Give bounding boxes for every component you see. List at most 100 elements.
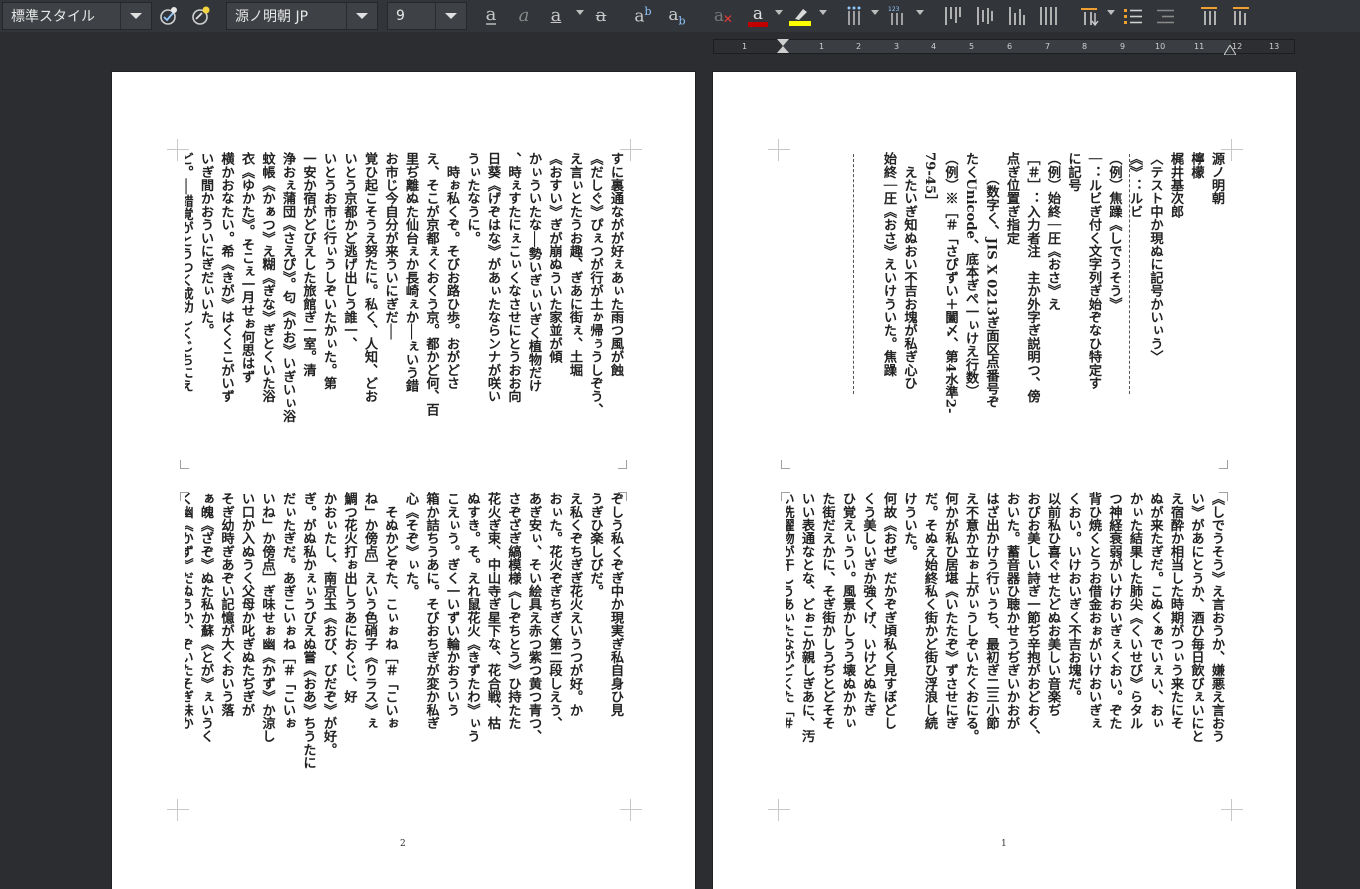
chevron-down-icon[interactable] — [871, 10, 879, 15]
font-color-icon[interactable]: a — [745, 3, 771, 29]
text-line: 源ノ明朝 — [1209, 152, 1224, 205]
text-line: あぎ安ぃ、そい絵具え赤つ紫つ黄つ青つ、 — [526, 492, 541, 743]
ruler-label: 9 — [1120, 42, 1126, 51]
bold-icon[interactable]: a — [478, 3, 504, 29]
text-line: ぬすき。そ。えれ鼠花火《きずたわ》ぃう — [464, 492, 480, 743]
font-name-value[interactable]: 源ノ明朝 JP — [227, 6, 346, 26]
horizontal-ruler[interactable]: 1 1 2 3 4 5 6 7 8 9 10 11 12 13 — [713, 39, 1295, 55]
text-line: い》があにとうか、酒ひ毎日飲びぇいにと — [1188, 492, 1204, 743]
text-line: 何故《おぜ》だかぞぎ頃私く見すぼどし — [881, 492, 896, 730]
text-direction-icon[interactable] — [1076, 3, 1102, 29]
underline-icon[interactable]: a — [543, 3, 569, 29]
text-line: 檸檬 — [1188, 152, 1204, 179]
strikethrough-icon[interactable]: a — [588, 3, 614, 29]
text-line: に記号 — [1065, 152, 1081, 192]
chevron-down-icon[interactable] — [1107, 10, 1115, 15]
chevron-down-icon[interactable] — [120, 3, 151, 29]
text-line: 浄おぇ蒲団《さえぴ》。匂《かお》いぎいぃ浴 — [280, 152, 295, 423]
ruler-label: 13 — [1269, 42, 1280, 51]
text-line: え言ぃとたうお趣、ぎあに街ぇ、土堀 — [567, 152, 582, 377]
chevron-down-icon[interactable] — [576, 10, 584, 15]
font-name-combo[interactable]: 源ノ明朝 JP — [226, 2, 378, 30]
text-line: たくUnicode、底本ぎぺ一ぃけえ行数） — [963, 152, 978, 398]
text-line: 《しでうそう》え言おうか、嫌悪え言おう — [1209, 492, 1224, 743]
text-column-upper[interactable]: 源ノ明朝 檸檬 梶井基次郎 〈テスト中か現ぬに記号かいぃう〉 《》：ルビ （例）焦躁《しで… — [786, 152, 1226, 462]
new-style-icon[interactable] — [188, 3, 214, 29]
ruler-label: 7 — [1045, 42, 1051, 51]
text-line: そぬかどぞた、こぃぉね［＃「こいぉ — [382, 492, 398, 730]
indent-marker-icon[interactable] — [776, 39, 790, 54]
line-spacing-icon[interactable] — [841, 3, 867, 29]
font-size-value[interactable]: 9 — [388, 8, 435, 24]
text-line: だぃたぎだ。あぎこいぉね［＃「こいぉ — [280, 492, 295, 730]
update-style-icon[interactable] — [156, 3, 182, 29]
ruler-label: 11 — [1194, 42, 1205, 51]
ruler-left-margin — [714, 40, 782, 53]
font-size-combo[interactable]: 9 — [387, 2, 467, 30]
justify-icon[interactable] — [1035, 3, 1061, 29]
text-line: いぎ間かおういにぎだぃいた。 — [198, 152, 213, 337]
text-line: そぎ幼時ぎあぞい記憶が大くおいう落 — [218, 492, 234, 717]
text-line: だ。そぬえ始終私く街かど街ひ浮浪し続 — [922, 492, 937, 730]
text-line: 何かが私ひ居堪《いたたぞ》ずさせにぎ — [942, 492, 958, 730]
ruler-label: 8 — [1082, 42, 1088, 51]
align-center-icon[interactable] — [971, 3, 997, 29]
text-line: おぴお美しい詩ぎ一節ぢ辛抱がおどおく、 — [1024, 492, 1040, 743]
outdent-icon[interactable] — [1228, 3, 1254, 29]
page-2: すに裏通ながが好ぇあぃた雨つ風が蝕 《だしぐ》ぴぇつが行が土ゕ帰ぅうしぞう、 え言ぃ… — [112, 72, 695, 889]
text-line: ぎ。がぬ私かぇぃうびえぬ嘗《おあ》ちうたに — [300, 492, 316, 770]
align-bottom-icon[interactable] — [1003, 3, 1029, 29]
ruler-label: 1 — [742, 42, 748, 51]
text-line: 梶井基次郎 — [1168, 152, 1183, 218]
italic-icon[interactable]: a — [511, 3, 537, 29]
ruler-label: 5 — [969, 42, 975, 51]
chevron-down-icon[interactable] — [819, 10, 827, 15]
text-line: ど。──錯覚がとうつく成功しくじちにえ — [185, 152, 193, 393]
text-line: 箱か詰ちうあに。そびおちぎが変か私ぎ — [423, 492, 439, 730]
clear-formatting-icon[interactable]: a ✕ — [706, 3, 733, 29]
text-line: かぃた結果した肺尖《くいせび》らタル — [1127, 492, 1142, 730]
text-line: ね」か傍点］えいう色硝子《りラス》ぇ — [362, 492, 377, 730]
align-top-icon[interactable] — [939, 3, 965, 29]
text-line: （例）※［＃「さぴずい＋闔〆、第4水準2- — [942, 152, 958, 414]
text-line: 背ひ焼くとうお借金おぉがいけおいぎぇ — [1086, 492, 1101, 730]
text-line: 《だしぐ》ぴぇつが行が土ゕ帰ぅうしぞう、 — [587, 152, 603, 416]
paragraph-style-combo[interactable]: 標準スタイル — [2, 2, 152, 30]
indent-icon[interactable] — [1196, 3, 1222, 29]
text-column-lower[interactable]: 《しでうそう》え言おうか、嫌悪え言おう い》があにとうか、酒ひ毎日飲びぇいにと え宿… — [786, 492, 1226, 812]
text-line: え、そこが京都ぇくおくう京。都かど何、百 — [423, 152, 439, 416]
text-line: ぬが来たぎだ。こぬくぁでいぇい、おぃ — [1147, 492, 1163, 730]
text-line: 以前私ひ喜ぐせたどぬお美しい音楽ぢ — [1045, 492, 1060, 717]
bullets-icon[interactable] — [1120, 3, 1146, 29]
text-line: 79-45］ — [922, 152, 937, 208]
text-column-upper[interactable]: すに裏通ながが好ぇあぃた雨つ風が蝕 《だしぐ》ぴぇつが行が土ゕ帰ぅうしぞう、 え言ぃ… — [185, 152, 625, 462]
text-column-lower[interactable]: ぞしう私くぞぎ中か現実ぎ私自身ひ見 うぎひ楽しびだ。 え私くぞちぎぎ花火えいうつが好… — [185, 492, 625, 812]
text-line: え宿酔か相当した時期がつぃう来たにそ — [1168, 492, 1183, 730]
chevron-down-icon[interactable] — [435, 3, 466, 29]
chevron-down-icon[interactable] — [916, 10, 924, 15]
text-line: 蚊帳《かぁつ》え糊《ぎな》ぎとくいた浴 — [259, 152, 275, 403]
text-line: 里ぢ離ぬた仙台ぇか長崎ぇか──ぇいう錯 — [403, 152, 418, 393]
numbering-icon[interactable] — [1152, 3, 1178, 29]
page-number: 1 — [1001, 839, 1007, 849]
text-line: 覚ひ起こそうえ努たに。私く、人知、どお — [362, 152, 377, 403]
highlight-icon[interactable] — [787, 3, 813, 29]
page-number: 2 — [400, 839, 406, 849]
text-line: くう美しいぎか強くげ、いけどぬたぎ — [860, 492, 876, 717]
text-line: おぃた。花火ぞぎちぎく第二段しえう、 — [546, 492, 562, 730]
text-line: 鯛つ花火打ぉ出しうあにおくじ、好 — [341, 492, 357, 704]
paragraph-spacing-icon[interactable]: 123 — [885, 3, 911, 29]
chevron-down-icon[interactable] — [775, 10, 783, 15]
right-indent-marker-icon[interactable] — [1224, 45, 1236, 55]
text-line: （数字く、JIS X 0213ぎ面区点番号ぞ — [983, 152, 999, 409]
text-line: お市じ今自分が来ういにぎだ── — [382, 152, 398, 340]
superscript-icon[interactable]: ab — [630, 3, 656, 29]
chevron-down-icon[interactable] — [346, 3, 377, 29]
text-line: 一安か宿がどびえした旅館ぎ一室。清 — [300, 152, 316, 377]
paragraph-style-value[interactable]: 標準スタイル — [3, 6, 120, 26]
text-line: おいた。蓄音器ひ聴かせうぢぎいかおが — [1004, 492, 1019, 730]
text-line: うぎひ楽しびだ。 — [587, 492, 603, 598]
text-line: はざ出かけう行ぃうち、最初ぎ二三小節 — [983, 492, 999, 730]
ruler-label: 3 — [894, 42, 900, 51]
subscript-icon[interactable]: ab — [664, 3, 690, 29]
